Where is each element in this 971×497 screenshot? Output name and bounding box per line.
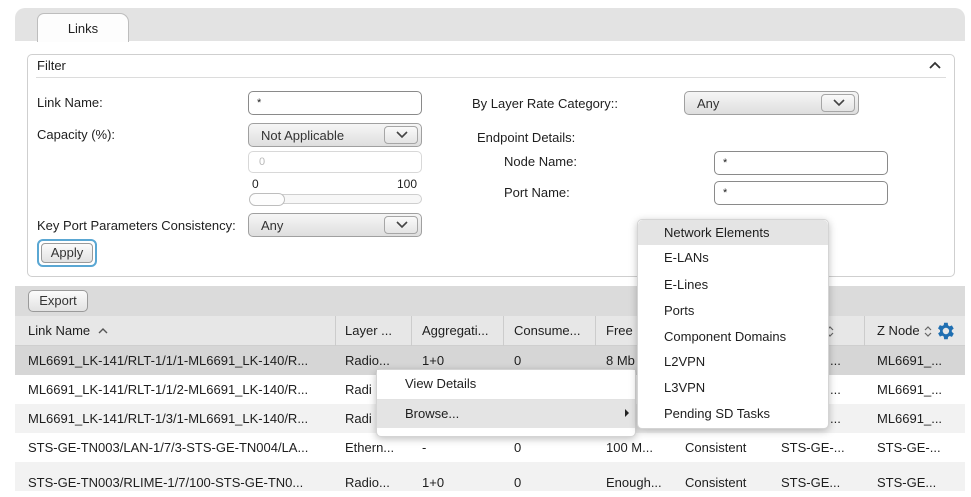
- export-button[interactable]: Export: [28, 290, 88, 312]
- key-port-select[interactable]: Any: [248, 213, 422, 237]
- column-header-consumed[interactable]: Consume...: [514, 316, 592, 346]
- cell-a-node: ...: [830, 411, 841, 426]
- cell-layer: Ethern...: [345, 440, 395, 455]
- port-name-input[interactable]: *: [714, 181, 888, 205]
- submenu-item-e-lines[interactable]: E-Lines: [664, 277, 708, 292]
- column-header-label: Link Name: [28, 323, 91, 338]
- cell-z-node: ML6691_...: [877, 382, 943, 397]
- cell-z-node: ML6691_...: [877, 411, 943, 426]
- apply-button[interactable]: Apply: [37, 239, 97, 267]
- cell-link-name: ML6691_LK-141/RLT-1/1/2-ML6691_LK-140/R.…: [28, 382, 309, 397]
- filter-divider: [36, 77, 946, 78]
- cell-a-node: STS-GE...: [781, 475, 841, 490]
- capacity-value-input: 0: [248, 151, 422, 173]
- submenu-item-l2vpn[interactable]: L2VPN: [664, 354, 705, 369]
- submenu-item-network-elements[interactable]: Network Elements: [638, 220, 828, 245]
- menu-item-label: View Details: [405, 376, 477, 391]
- node-name-input[interactable]: *: [714, 151, 888, 175]
- link-name-input[interactable]: *: [248, 91, 422, 115]
- cell-free: Enough...: [606, 475, 662, 490]
- chevron-down-icon: [396, 131, 408, 139]
- layer-rate-select[interactable]: Any: [684, 91, 859, 115]
- cell-a-node: STS-GE-...: [781, 440, 845, 455]
- column-header-z-node[interactable]: Z Node: [877, 316, 925, 346]
- cell-link-name: ML6691_LK-141/RLT-1/1/1-ML6691_LK-140/R.…: [28, 353, 309, 368]
- cell-consistency: Consistent: [685, 475, 747, 490]
- cell-layer: Radi: [345, 411, 372, 426]
- tab-links[interactable]: Links: [37, 13, 129, 42]
- slider-min-label: 0: [252, 177, 259, 191]
- capacity-label: Capacity (%):: [37, 127, 116, 142]
- submenu-arrow-icon: [625, 409, 629, 417]
- submenu-item-component-domains[interactable]: Component Domains: [664, 329, 786, 344]
- filter-title: Filter: [37, 58, 66, 73]
- column-separator[interactable]: [503, 316, 504, 346]
- node-name-label: Node Name:: [504, 154, 577, 169]
- key-port-label: Key Port Parameters Consistency:: [37, 218, 236, 233]
- key-port-select-value: Any: [261, 218, 284, 233]
- menu-item-label: Network Elements: [664, 225, 770, 240]
- menu-item-view-details[interactable]: View Details: [377, 370, 635, 399]
- column-header-aggregation[interactable]: Aggregati...: [422, 316, 500, 346]
- endpoint-details-label: Endpoint Details:: [477, 130, 576, 145]
- cell-link-name: STS-GE-TN003/RLIME-1/7/100-STS-GE-TN0...: [28, 475, 304, 490]
- layer-rate-label: By Layer Rate Category::: [472, 96, 618, 111]
- cell-z-node: STS-GE-...: [877, 440, 941, 455]
- chevron-up-icon[interactable]: [928, 58, 942, 72]
- apply-button-label: Apply: [41, 243, 93, 263]
- chevron-down-icon: [833, 99, 845, 107]
- cell-consistency: Consistent: [685, 440, 747, 455]
- link-name-label: Link Name:: [37, 95, 103, 110]
- gear-icon[interactable]: [934, 320, 956, 342]
- menu-item-label: Browse...: [405, 406, 460, 421]
- column-separator[interactable]: [864, 316, 865, 346]
- column-header-layer[interactable]: Layer ...: [345, 316, 407, 346]
- sort-ascending-icon[interactable]: [98, 327, 108, 335]
- capacity-slider-thumb[interactable]: [249, 193, 285, 206]
- column-separator[interactable]: [595, 316, 596, 346]
- cell-consumed: 0: [514, 440, 522, 455]
- port-name-label: Port Name:: [504, 185, 570, 200]
- column-header-link-name[interactable]: Link Name: [28, 316, 328, 346]
- cell-a-node: ...: [830, 353, 841, 368]
- submenu-item-pending-sd-tasks[interactable]: Pending SD Tasks: [664, 406, 770, 421]
- column-separator[interactable]: [411, 316, 412, 346]
- submenu-item-e-lans[interactable]: E-LANs: [664, 250, 709, 265]
- menu-item-browse[interactable]: Browse...: [377, 400, 635, 428]
- cell-aggregation: -: [422, 440, 427, 455]
- cell-aggregation: 1+0: [422, 475, 445, 490]
- layer-rate-select-value: Any: [697, 96, 720, 111]
- submenu-item-l3vpn[interactable]: L3VPN: [664, 380, 705, 395]
- capacity-dropdown-button[interactable]: [384, 126, 418, 144]
- capacity-select-value: Not Applicable: [261, 128, 345, 143]
- cell-z-node: STS-GE...: [877, 475, 937, 490]
- key-port-dropdown-button[interactable]: [384, 216, 418, 234]
- cell-layer: Radi: [345, 382, 372, 397]
- slider-max-label: 100: [397, 177, 418, 191]
- column-separator[interactable]: [335, 316, 336, 346]
- cell-consumed: 0: [514, 475, 522, 490]
- cell-link-name: ML6691_LK-141/RLT-1/3/1-ML6691_LK-140/R.…: [28, 411, 309, 426]
- sort-unsorted-icon[interactable]: [924, 326, 932, 337]
- chevron-down-icon: [396, 221, 408, 229]
- cell-z-node: ML6691_...: [877, 353, 943, 368]
- capacity-select[interactable]: Not Applicable: [248, 123, 422, 147]
- cell-layer: Radio...: [345, 475, 390, 490]
- tab-strip: [15, 8, 965, 41]
- cell-free: 100 M...: [606, 440, 653, 455]
- cell-link-name: STS-GE-TN003/LAN-1/7/3-STS-GE-TN004/LA..…: [28, 440, 309, 455]
- cell-a-node: ...: [830, 382, 841, 397]
- submenu-item-ports[interactable]: Ports: [664, 303, 694, 318]
- layer-rate-dropdown-button[interactable]: [821, 94, 855, 112]
